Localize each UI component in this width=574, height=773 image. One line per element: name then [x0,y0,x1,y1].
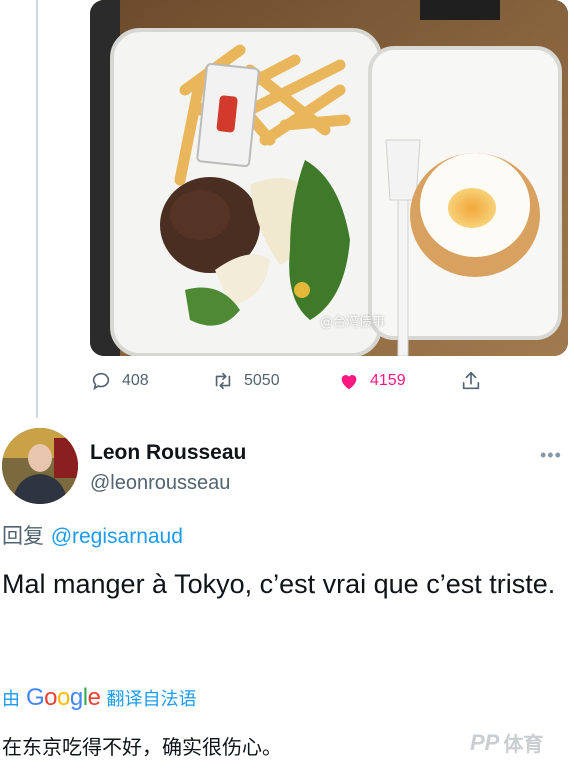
media-watermark: @台湾债事 [320,315,386,330]
share-button[interactable] [460,370,482,392]
retweet-count: 5050 [244,372,280,389]
like-count: 4159 [370,372,406,389]
avatar-portrait [2,428,78,504]
google-logo: Google [26,684,101,711]
brand-label: 体育 [503,732,544,756]
comment-bubble-icon [92,372,110,391]
author-handle[interactable]: @leonrousseau [90,472,230,495]
reply-prefix: 回复 [2,524,44,548]
author-avatar[interactable] [2,428,78,504]
tweet-actions-bar: 408 5050 4159 [90,370,560,398]
tweet-text: Mal manger à Tokyo, c’est vrai que c’est… [2,569,556,599]
like-button[interactable]: 4159 [338,370,406,392]
reply-button[interactable]: 408 [90,370,149,392]
replying-to: 回复 @regisarnaud [2,520,183,550]
brand-logo-text: PP [470,729,500,755]
translation-attribution[interactable]: 由 Google 翻译自法语 [2,684,196,712]
heart-filled-icon [341,375,357,390]
translated-text: 在东京吃得不好，确实很伤心。 [2,735,282,759]
more-options-icon[interactable]: ••• [540,445,562,466]
thread-connector-line [36,0,38,418]
site-watermark-logo: PP 体育 [470,728,543,757]
retweet-icon [215,372,231,390]
translate-by-label: 由 [2,689,20,710]
reply-count: 408 [122,372,149,389]
translate-from-label: 翻译自法语 [106,689,197,710]
food-photo-illustration [90,0,568,356]
share-upload-icon [462,371,480,390]
tweet-photo[interactable]: @台湾债事 [90,0,568,356]
reply-mention-link[interactable]: @regisarnaud [51,525,183,548]
retweet-button[interactable]: 5050 [212,370,280,392]
author-name[interactable]: Leon Rousseau [90,441,246,465]
